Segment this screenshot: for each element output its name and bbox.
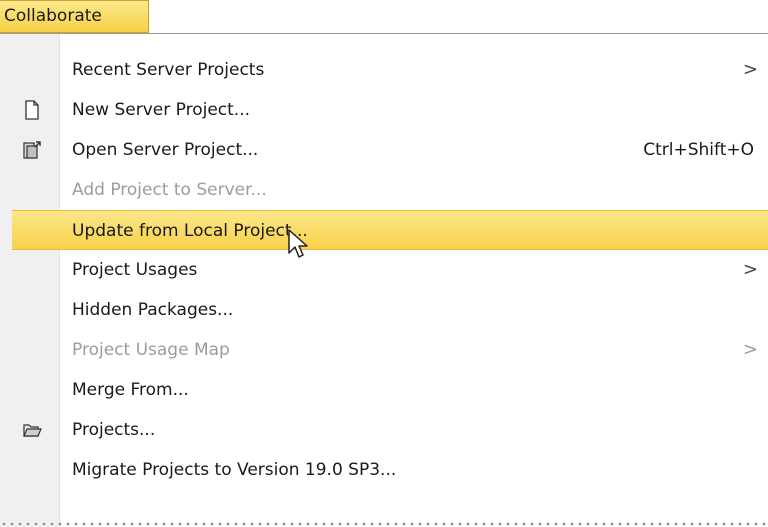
keyboard-shortcut: Ctrl+Shift+O — [643, 140, 754, 160]
submenu-arrow-icon: > — [742, 339, 758, 360]
menu-item-label: New Server Project... — [72, 100, 251, 120]
menu-item-migrate-projects[interactable]: Migrate Projects to Version 19.0 SP3... — [0, 450, 768, 490]
submenu-arrow-icon: > — [742, 59, 758, 80]
menu-item-projects[interactable]: Projects... — [0, 410, 768, 450]
menu-item-open-server-project[interactable]: Open Server Project... Ctrl+Shift+O — [0, 130, 768, 170]
menu-item-label: Project Usages — [72, 260, 198, 280]
collaborate-menu-title: Collaborate — [4, 6, 102, 26]
submenu-arrow-icon: > — [742, 259, 758, 280]
new-document-icon — [25, 100, 39, 120]
projects-folder-icon — [23, 424, 42, 437]
menu-item-label: Add Project to Server... — [72, 180, 267, 200]
mouse-pointer-icon — [288, 229, 308, 258]
menu-item-label: Project Usage Map — [72, 340, 230, 360]
menu-item-label: Recent Server Projects — [72, 60, 265, 80]
menu-item-label: Projects... — [72, 420, 156, 440]
menu-item-new-server-project[interactable]: New Server Project... — [0, 90, 768, 130]
menu-item-project-usages[interactable]: Project Usages > — [0, 250, 768, 290]
menu-item-label: Merge From... — [72, 380, 189, 400]
menu-item-label: Open Server Project... — [72, 140, 259, 160]
menu-item-recent-server-projects[interactable]: Recent Server Projects > — [0, 50, 768, 90]
menu-item-label: Migrate Projects to Version 19.0 SP3... — [72, 460, 397, 480]
collaborate-menu-tab[interactable]: Collaborate — [0, 0, 149, 33]
torn-edge-divider — [0, 521, 768, 527]
collaborate-dropdown-menu: Recent Server Projects > New Server Proj… — [0, 33, 768, 527]
menu-item-add-project-to-server[interactable]: Add Project to Server... — [0, 170, 768, 210]
menu-item-label: Hidden Packages... — [72, 300, 234, 320]
open-server-project-icon — [23, 141, 41, 159]
menu-item-project-usage-map[interactable]: Project Usage Map > — [0, 330, 768, 370]
menu-item-hidden-packages[interactable]: Hidden Packages... — [0, 290, 768, 330]
menu-item-merge-from[interactable]: Merge From... — [0, 370, 768, 410]
menu-item-update-from-local-project[interactable]: Update from Local Project... — [12, 210, 768, 250]
menu-item-label: Update from Local Project... — [72, 221, 308, 241]
